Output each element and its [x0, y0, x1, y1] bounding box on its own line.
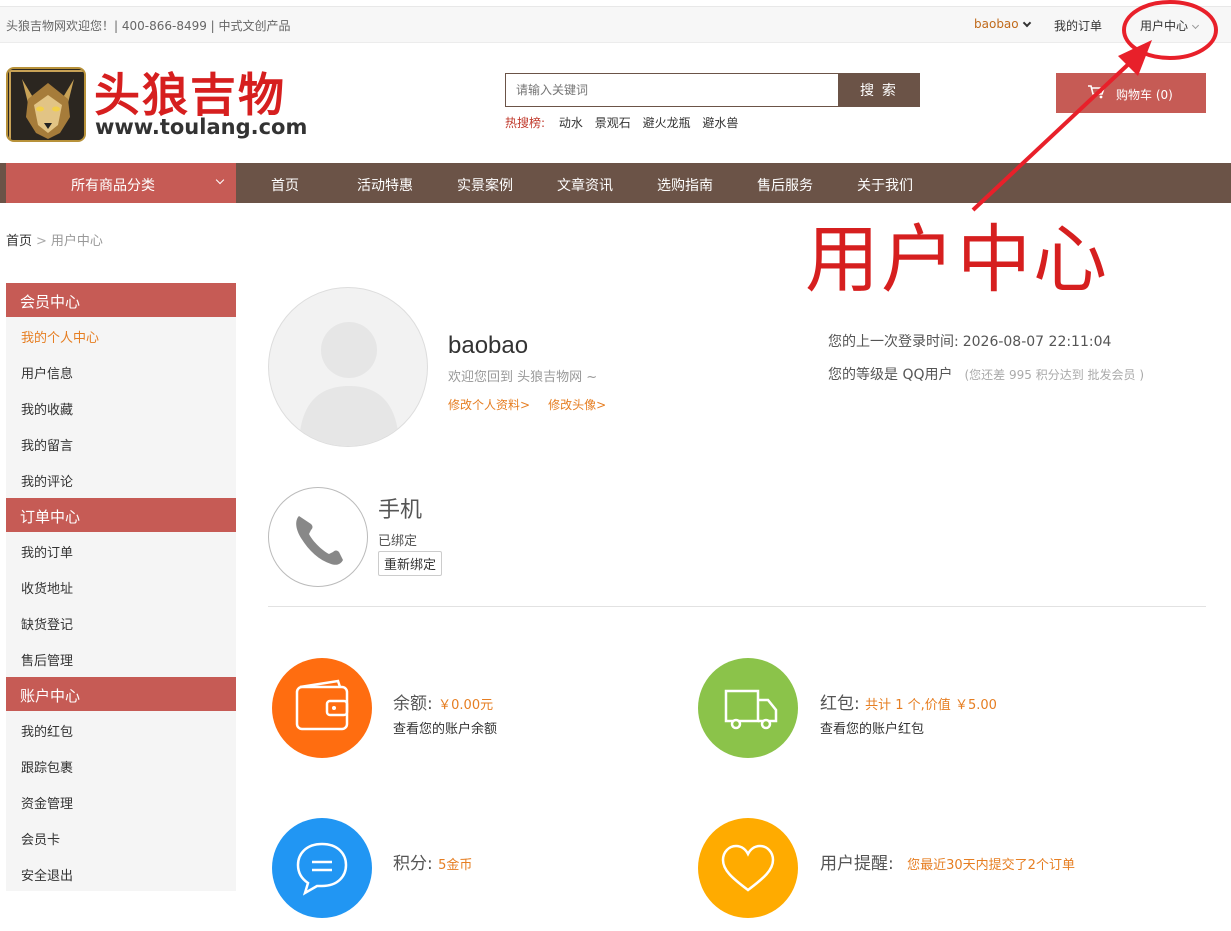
breadcrumb-home[interactable]: 首页: [6, 234, 32, 249]
balance-value: ￥0.00元: [438, 698, 494, 713]
sidebar-item-funds[interactable]: 资金管理: [21, 793, 73, 812]
breadcrumb-current: 用户中心: [50, 234, 103, 249]
points-stat: 积分: 5金币: [393, 849, 472, 874]
edit-avatar-link[interactable]: 修改头像>: [548, 398, 606, 412]
sidebar-item-user-info[interactable]: 用户信息: [21, 363, 73, 382]
chevron-down-icon: [215, 175, 225, 185]
sidebar-item-favorites[interactable]: 我的收藏: [21, 399, 73, 418]
profile-links: 修改个人资料> 修改头像>: [448, 396, 624, 413]
my-orders-link[interactable]: 我的订单: [1054, 17, 1102, 34]
sidebar-item-address[interactable]: 收货地址: [21, 578, 73, 597]
annotation-arrow-head: [1118, 40, 1152, 76]
nav-item-articles[interactable]: 文章资讯: [557, 175, 613, 195]
points-label: 积分:: [393, 854, 433, 874]
section-divider: [268, 606, 1206, 607]
cart-button[interactable]: 购物车 (0): [1056, 73, 1206, 113]
annotation-text: 用户中心: [805, 217, 1109, 303]
user-center-label: 用户中心: [1140, 19, 1189, 33]
avatar[interactable]: [268, 287, 428, 447]
last-login-label: 您的上一次登录时间:: [828, 334, 959, 350]
cart-label: 购物车 (0): [1116, 88, 1173, 102]
last-login-value: 2026-08-07 22:11:04: [962, 334, 1112, 350]
all-categories-label: 所有商品分类: [71, 178, 155, 194]
profile-welcome: 欢迎您回到 头狼吉物网 ~: [448, 370, 598, 385]
sidebar-item-logout[interactable]: 安全退出: [21, 865, 73, 884]
balance-label: 余额:: [393, 694, 433, 714]
hot-keyword[interactable]: 动水: [559, 116, 583, 130]
breadcrumb-separator: >: [36, 234, 47, 249]
nav-item-promotions[interactable]: 活动特惠: [357, 175, 413, 195]
level-note: (您还差 995 积分达到 批发会员 ): [964, 368, 1145, 382]
user-level: 您的等级是 QQ用户 (您还差 995 积分达到 批发会员 ): [828, 364, 1144, 384]
phone-status: 已绑定: [378, 534, 418, 549]
nav-item-guide[interactable]: 选购指南: [657, 175, 713, 195]
top-bar: 头狼吉物网欢迎您！| 400-866-8499 | 中式文创产品 baobao …: [0, 6, 1231, 43]
main-nav: 所有商品分类 首页 活动特惠 实景案例 文章资讯 选购指南 售后服务 关于我们: [0, 163, 1231, 203]
reminder-stat: 用户提醒: 您最近30天内提交了2个订单: [820, 849, 1075, 874]
hot-keyword[interactable]: 景观石: [595, 116, 631, 130]
search-button[interactable]: 搜 索: [838, 73, 920, 107]
chevron-down-icon: [1022, 18, 1031, 28]
brand-domain: www.toulang.com: [95, 115, 308, 139]
wolf-logo-icon: [6, 67, 86, 142]
points-value: 5金币: [438, 858, 473, 873]
sidebar: 会员中心 我的个人中心 用户信息 我的收藏 我的留言 我的评论 订单中心 我的订…: [6, 283, 236, 891]
breadcrumb: 首页 > 用户中心: [6, 230, 103, 249]
sidebar-group-member: 会员中心: [6, 283, 236, 317]
sidebar-item-redpacket[interactable]: 我的红包: [21, 721, 73, 740]
hot-keyword[interactable]: 避水兽: [702, 116, 738, 130]
sidebar-item-stockout[interactable]: 缺货登记: [21, 614, 73, 633]
sidebar-item-my-orders[interactable]: 我的订单: [21, 542, 73, 561]
avatar-placeholder-icon: [299, 322, 399, 446]
reminder-label: 用户提醒:: [820, 854, 894, 874]
wallet-icon[interactable]: [272, 658, 372, 758]
phone-icon: [268, 487, 368, 587]
nav-item-home[interactable]: 首页: [271, 175, 299, 195]
hot-search-label: 热搜榜:: [505, 116, 546, 130]
sidebar-item-aftersales[interactable]: 售后管理: [21, 650, 73, 669]
truck-icon[interactable]: [698, 658, 798, 758]
redpacket-label: 红包:: [820, 694, 860, 714]
redpacket-stat: 红包: 共计 1 个,价值 ￥5.00: [820, 689, 997, 714]
sidebar-item-my-center[interactable]: 我的个人中心: [21, 327, 99, 346]
balance-stat: 余额: ￥0.00元: [393, 689, 493, 714]
search-bar: 搜 索: [505, 73, 920, 107]
phone-title: 手机: [378, 498, 423, 523]
sidebar-item-reviews[interactable]: 我的评论: [21, 471, 73, 490]
redpacket-link[interactable]: 查看您的账户红包: [820, 718, 924, 737]
sidebar-group-account: 账户中心: [6, 677, 236, 711]
user-center-menu[interactable]: 用户中心: [1140, 17, 1200, 34]
profile-username: baobao: [448, 332, 529, 359]
sidebar-item-messages[interactable]: 我的留言: [21, 435, 73, 454]
reminder-value: 您最近30天内提交了2个订单: [907, 858, 1075, 873]
rebind-button[interactable]: 重新绑定: [378, 551, 443, 576]
user-menu[interactable]: baobao: [974, 17, 1031, 31]
edit-profile-link[interactable]: 修改个人资料>: [448, 398, 530, 412]
level-label: 您的等级是 QQ用户: [828, 367, 953, 383]
hot-search: 热搜榜: 动水 景观石 避火龙瓶 避水兽: [505, 114, 746, 131]
brand-title: 头狼吉物: [94, 68, 286, 122]
heart-icon[interactable]: [698, 818, 798, 918]
cart-icon: [1088, 85, 1106, 99]
hot-keyword[interactable]: 避火龙瓶: [643, 116, 691, 130]
welcome-text: 头狼吉物网欢迎您！| 400-866-8499 | 中式文创产品: [6, 19, 291, 33]
chevron-down-icon: [1191, 21, 1200, 30]
nav-item-aftersales[interactable]: 售后服务: [757, 175, 813, 195]
chat-icon[interactable]: [272, 818, 372, 918]
sidebar-group-orders: 订单中心: [6, 498, 236, 532]
nav-item-about[interactable]: 关于我们: [857, 175, 913, 195]
username-label: baobao: [974, 17, 1019, 31]
sidebar-item-tracking[interactable]: 跟踪包裹: [21, 757, 73, 776]
site-logo[interactable]: 头狼吉物 www.toulang.com: [6, 67, 307, 142]
search-input[interactable]: [505, 73, 839, 107]
all-categories-menu[interactable]: 所有商品分类: [6, 163, 236, 203]
redpacket-value: 共计 1 个,价值 ￥5.00: [865, 698, 997, 713]
last-login: 您的上一次登录时间: 2026-08-07 22:11:04: [828, 331, 1111, 351]
balance-link[interactable]: 查看您的账户余额: [393, 718, 497, 737]
sidebar-item-member-card[interactable]: 会员卡: [21, 829, 60, 848]
nav-item-cases[interactable]: 实景案例: [457, 175, 513, 195]
